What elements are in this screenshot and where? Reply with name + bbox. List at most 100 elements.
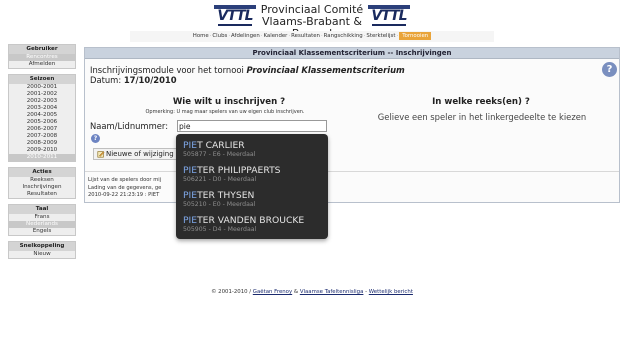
season-item[interactable]: 2006-2007	[9, 126, 75, 133]
sidebar-box-snelkoppeling: Snelkoppeling Nieuw	[8, 241, 76, 259]
season-item[interactable]: 2003-2004	[9, 105, 75, 112]
suggestion-details: 505877 - E6 - Meerdaal	[183, 151, 256, 158]
intro-prefix: Inschrijvingsmodule voor het tornooi	[90, 65, 247, 75]
logo-underline	[372, 24, 406, 26]
sidebar-heading: Acties	[9, 168, 75, 177]
sidebar-heading: Snelkoppeling	[9, 242, 75, 251]
sidebar-item-frans[interactable]: Frans	[9, 214, 75, 221]
season-item[interactable]: 2005-2006	[9, 119, 75, 126]
suggestion-name: PIETER VANDEN BROUCKE	[183, 213, 328, 226]
sidebar-item-logout[interactable]: Afmelden	[9, 61, 75, 68]
suggestion-match: PIE	[183, 165, 198, 176]
season-item[interactable]: 2010-2011	[9, 154, 75, 161]
help-icon[interactable]: ?	[602, 62, 617, 77]
footer: © 2001-2010 / Gaëtan Frenoy & Vlaamse Ta…	[0, 289, 624, 295]
suggestion-match: PIE	[183, 190, 198, 201]
sidebar-box-acties: Acties Reeksen Inschrijvingen Resultaten	[8, 167, 76, 199]
sidebar-item-nieuw[interactable]: Nieuw	[9, 251, 75, 258]
footer-org-link[interactable]: Vlaamse Tafeltennisliga	[300, 289, 364, 295]
season-item[interactable]: 2000-2001	[9, 84, 75, 91]
nav-separator: ·	[288, 33, 291, 39]
sidebar-item-user[interactable]: Rencontres	[9, 54, 75, 61]
registration-panel: Provinciaal Klassementscriterium -- Insc…	[84, 47, 620, 203]
suggestion-match: PIE	[183, 140, 198, 151]
season-item[interactable]: 2001-2002	[9, 91, 75, 98]
suggestion-rest: TER THYSEN	[197, 190, 255, 201]
header: VTTL Provinciaal Comité Vlaams-Brabant &…	[0, 0, 624, 42]
suggestion-name: PIETER PHILIPPAERTS	[183, 163, 328, 176]
sidebar-item-engels[interactable]: Engels	[9, 228, 75, 235]
vttl-logo-right[interactable]: VTTL	[368, 5, 410, 27]
season-item[interactable]: 2009-2010	[9, 147, 75, 154]
sidebar-item-inschrijvingen[interactable]: Inschrijvingen	[9, 184, 75, 191]
vttl-logo-left[interactable]: VTTL	[214, 5, 256, 27]
log-text: 2010-09-22 21:23:19 : PIET	[88, 192, 160, 198]
who-heading: Wie wilt u inschrijven ?	[172, 97, 286, 107]
suggestion-details: 506221 - D0 - Meerdaal	[183, 176, 257, 183]
footer-author-link[interactable]: Gaëtan Frenoy	[253, 289, 292, 295]
name-label: Naam/Lidnummer:	[90, 121, 169, 131]
footer-amp: &	[292, 289, 300, 295]
sidebar: Gebruiker Rencontres Afmelden Seizoen 20…	[8, 44, 76, 264]
sidebar-box-taal: Taal Frans Nederlands Engels	[8, 204, 76, 236]
player-suggestions-dropdown: PIET CARLIER 505877 - E6 - Meerdaal PIETER…	[176, 134, 328, 239]
suggestion-rest: TER VANDEN BROUCKE	[197, 215, 305, 226]
nav-item-tornooien[interactable]: Tornooien	[399, 32, 432, 40]
sidebar-item-reeksen[interactable]: Reeksen	[9, 177, 75, 184]
sidebar-heading: Seizoen	[9, 75, 75, 84]
sidebar-heading: Gebruiker	[9, 45, 75, 54]
sidebar-box-seizoen: Seizoen 2000-2001 2001-2002 2002-2003 2003-…	[8, 74, 76, 162]
nav-item-rangschikking[interactable]: Rangschikking	[324, 33, 363, 39]
sidebar-heading: Taal	[9, 205, 75, 214]
nav-item-kalender[interactable]: Kalender	[263, 33, 287, 39]
panel-title: Provinciaal Klassementscriterium -- Insc…	[85, 48, 619, 59]
new-or-edit-button[interactable]: Nieuwe of wijziging	[93, 148, 177, 160]
suggestion-details: 505905 - D4 - Meerdaal	[183, 226, 257, 233]
nav-separator: ·	[228, 33, 231, 39]
footer-copyright: © 2001-2010 /	[211, 289, 253, 295]
suggestion-name: PIETER THYSEN	[183, 188, 328, 201]
suggestion-name: PIET CARLIER	[183, 138, 328, 151]
new-or-edit-label: Nieuwe of wijziging	[106, 150, 174, 158]
suggestion-option[interactable]: PIET CARLIER 505877 - E6 - Meerdaal	[176, 138, 328, 163]
season-item[interactable]: 2008-2009	[9, 140, 75, 147]
suggestion-match: PIE	[183, 215, 198, 226]
suggestion-rest: TER PHILIPPAERTS	[197, 165, 281, 176]
date-value: 17/10/2010	[123, 75, 177, 85]
field-help-icon[interactable]: ?	[91, 134, 100, 143]
suggestion-option[interactable]: PIETER VANDEN BROUCKE 505905 - D4 - Meerd…	[176, 213, 328, 238]
date-label: Datum:	[90, 75, 124, 85]
loading-text: Lading van de gegevens, ge	[88, 185, 162, 191]
sidebar-item-nederlands[interactable]: Nederlands	[9, 221, 75, 228]
season-item[interactable]: 2002-2003	[9, 98, 75, 105]
nav-item-sterktelijst[interactable]: Sterktelijst	[366, 33, 395, 39]
nav-item-afdelingen[interactable]: Afdelingen	[231, 33, 260, 39]
season-item[interactable]: 2007-2008	[9, 133, 75, 140]
nav-separator: ·	[320, 33, 323, 39]
logo-text: VTTL	[217, 8, 253, 24]
intro-text: Inschrijvingsmodule voor het tornooi Pro…	[90, 65, 405, 85]
nav-item-resultaten[interactable]: Resultaten	[291, 33, 320, 39]
logo-text: VTTL	[371, 8, 407, 24]
nav-separator: ·	[396, 33, 399, 39]
logo-underline	[218, 24, 252, 26]
suggestion-rest: T CARLIER	[197, 140, 245, 151]
player-search-input[interactable]	[177, 120, 327, 132]
footer-legal-link[interactable]: Wettelijk bericht	[369, 289, 413, 295]
sidebar-box-gebruiker: Gebruiker Rencontres Afmelden	[8, 44, 76, 69]
player-list-text: Lijst van de spelers door mij	[88, 177, 162, 183]
sidebar-item-resultaten[interactable]: Resultaten	[9, 191, 75, 198]
suggestion-details: 505210 - E0 - Meerdaal	[183, 201, 256, 208]
top-navigation: Home·Clubs·Afdelingen·Kalender·Resultate…	[130, 31, 494, 42]
nav-item-clubs[interactable]: Clubs	[212, 33, 227, 39]
edit-icon	[97, 151, 105, 158]
suggestion-option[interactable]: PIETER PHILIPPAERTS 506221 - D0 - Meerdaa…	[176, 163, 328, 188]
suggestion-option[interactable]: PIETER THYSEN 505210 - E0 - Meerdaal	[176, 188, 328, 213]
season-item[interactable]: 2004-2005	[9, 112, 75, 119]
nav-item-home[interactable]: Home	[193, 33, 209, 39]
tournament-name: Provinciaal Klassementscriterium	[246, 65, 405, 75]
series-heading: In welke reeks(en) ?	[432, 97, 530, 107]
club-note: Opmerking: U mag maar spelers van uw eig…	[145, 109, 305, 115]
panel-status-area: Lijst van de spelers door mij Lading van…	[85, 171, 619, 198]
series-instruction: Gelieve een speler in het linkergedeelte…	[377, 112, 587, 122]
